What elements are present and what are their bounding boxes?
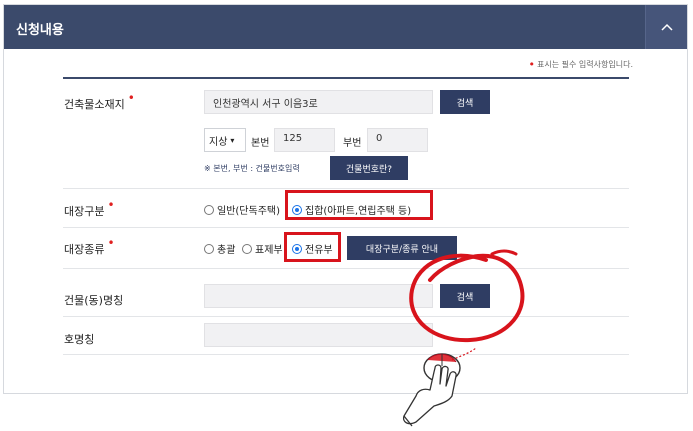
chevron-up-icon [660,23,673,31]
radio-button-icon [204,204,214,215]
highlight-box [285,190,433,220]
address-input[interactable]: 인천광역시 서구 이음3로 [204,90,433,114]
radio-general[interactable]: 일반(단독주택) [204,202,280,217]
ledger-type-label: 대장종류 • [64,236,115,256]
unit-name-input[interactable] [204,323,433,347]
required-dot-icon: • [528,58,536,71]
main-no-label: 본번 [251,138,270,149]
unit-name-label: 호명칭 [64,333,95,346]
radio-button-icon [204,243,214,254]
main-no-input[interactable]: 125 [274,128,335,152]
address-search-button[interactable]: 검색 [440,90,490,114]
panel-header: 신청내용 [4,5,687,49]
radio-title-section[interactable]: 표제부 [242,241,283,256]
row-divider [63,227,629,228]
row-divider [63,188,629,189]
top-divider [63,77,629,79]
row-divider [63,268,629,269]
panel-title: 신청내용 [16,23,64,38]
required-star-icon: • [107,236,115,250]
building-no-help-button[interactable]: 건물번호란? [330,156,408,180]
radio-summary[interactable]: 총괄 [204,241,235,256]
address-label: 건축물소재지 • [64,91,135,111]
collapse-button[interactable] [645,5,687,49]
hand-cursor-icon [402,347,477,427]
building-no-hint: ※ 본번, 부번 : 건물번호입력 [204,164,300,173]
required-star-icon: • [127,91,135,105]
sub-no-input[interactable]: 0 [367,128,428,152]
ledger-category-label: 대장구분 • [64,198,115,218]
highlight-box [284,232,341,262]
required-star-icon: • [107,198,115,212]
sub-no-label: 부번 [343,138,362,149]
land-type-select[interactable]: 지상 ▾ [204,128,246,152]
building-name-input[interactable] [204,284,433,308]
chevron-down-icon: ▾ [230,135,235,145]
radio-button-icon [242,243,252,254]
row-divider [63,316,629,317]
hand-drawn-circle-annotation [409,249,525,343]
required-note: • 표시는 필수 입력사항입니다. [528,58,633,71]
building-name-label: 건물(동)명칭 [64,294,124,307]
row-divider [63,354,629,355]
